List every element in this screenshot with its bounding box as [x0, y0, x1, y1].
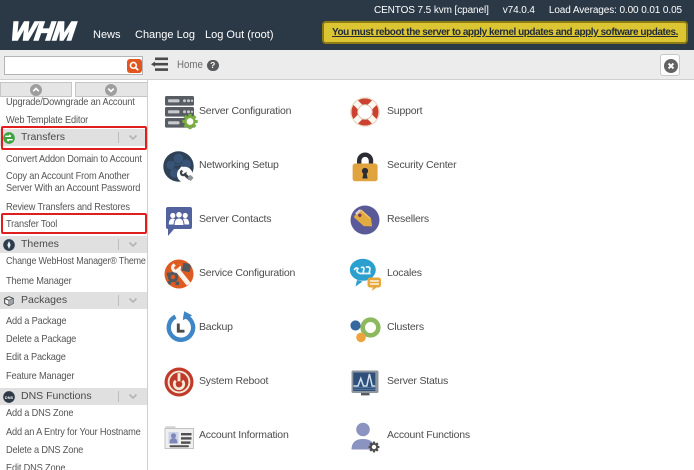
svg-text:DNS: DNS — [4, 394, 13, 399]
